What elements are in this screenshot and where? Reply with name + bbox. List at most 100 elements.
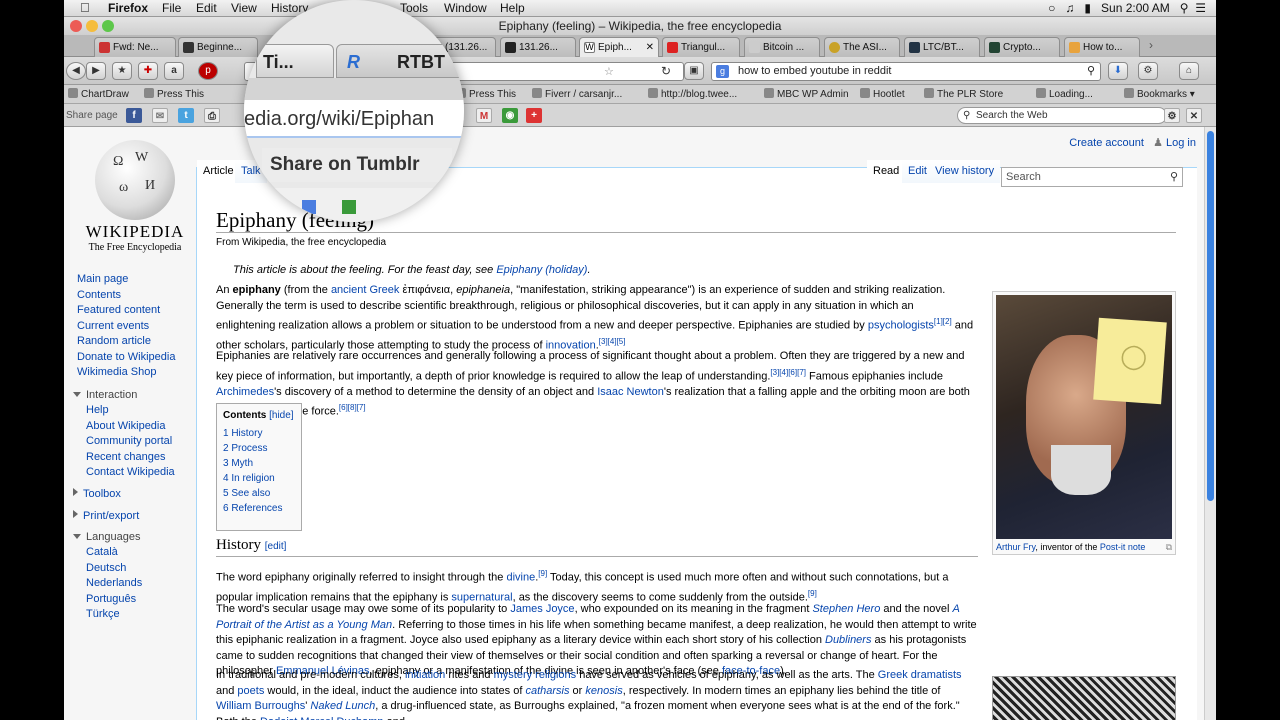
- sidebar-item-about[interactable]: About Wikipedia: [86, 420, 166, 432]
- bookmark-item[interactable]: The PLR Store: [924, 88, 1003, 100]
- bookmarks-menu[interactable]: Bookmarks ▾: [1124, 88, 1195, 100]
- bookmark-item[interactable]: MBC WP Admin: [764, 88, 849, 100]
- arthur-fry-photo[interactable]: ◯: [996, 295, 1172, 539]
- evernote-icon[interactable]: ◉: [502, 108, 518, 123]
- sidebar-item-community[interactable]: Community portal: [86, 435, 172, 447]
- bookmark-item[interactable]: Hootlet: [860, 88, 905, 100]
- sidebar-item-language[interactable]: Türkçe: [86, 608, 120, 620]
- extension-icon[interactable]: ⚙: [1138, 62, 1158, 80]
- wifi-icon[interactable]: ○: [1048, 1, 1055, 15]
- twitter-icon[interactable]: t: [178, 108, 194, 123]
- tab[interactable]: LTC/BT...: [904, 37, 980, 57]
- home-icon[interactable]: ⌂: [1179, 62, 1199, 80]
- sidebar-heading-interaction[interactable]: Interaction: [73, 389, 137, 401]
- sidebar-item-language[interactable]: Português: [86, 593, 136, 605]
- tab[interactable]: Beginne...: [178, 37, 258, 57]
- toc-item[interactable]: 6 References: [223, 503, 295, 514]
- screenshot-icon[interactable]: ▣: [684, 62, 704, 80]
- print-icon[interactable]: ⎙: [204, 108, 220, 123]
- wikipedia-logo[interactable]: Ω W И ω WIKIPEDIA The Free Encyclopedia: [80, 140, 190, 254]
- bookmark-star-icon[interactable]: ☆: [604, 65, 614, 78]
- toc-item[interactable]: 5 See also: [223, 488, 295, 499]
- tab[interactable]: How to...: [1064, 37, 1140, 57]
- sidebar-item-language[interactable]: Català: [86, 546, 118, 558]
- menu-help[interactable]: Help: [500, 1, 525, 15]
- caption-link[interactable]: Post-it note: [1100, 542, 1146, 552]
- google-icon[interactable]: g: [716, 65, 729, 78]
- hatnote-link[interactable]: Epiphany (holiday): [496, 264, 587, 276]
- wiki-search-input[interactable]: Search ⚲: [1001, 167, 1183, 187]
- tab[interactable]: Bitcoin ...: [744, 37, 820, 57]
- facebook-icon[interactable]: f: [126, 108, 142, 123]
- menu-edit[interactable]: Edit: [196, 1, 217, 15]
- settings-icon[interactable]: ⚙: [1164, 108, 1180, 123]
- tab[interactable]: The ASI...: [824, 37, 900, 57]
- spotlight-icon[interactable]: ⚲: [1180, 1, 1189, 15]
- sidebar-item-main-page[interactable]: Main page: [77, 273, 128, 285]
- tab[interactable]: Triangul...: [662, 37, 740, 57]
- sidebar-item-contents[interactable]: Contents: [77, 289, 121, 301]
- sidebar-item-recent-changes[interactable]: Recent changes: [86, 451, 166, 463]
- image-thumbnail[interactable]: ◯ Arthur Fry, inventor of the Post-it no…: [992, 291, 1176, 555]
- sidebar-item-help[interactable]: Help: [86, 404, 109, 416]
- sidebar-heading-toolbox[interactable]: Toolbox: [73, 488, 121, 500]
- search-icon[interactable]: ⚲: [1087, 63, 1095, 80]
- zoom-window-button[interactable]: [102, 20, 114, 32]
- menu-app[interactable]: Firefox: [108, 1, 148, 15]
- addon-plus-icon[interactable]: ✚: [138, 62, 158, 80]
- amazon-icon[interactable]: a: [164, 62, 184, 80]
- pinterest-icon[interactable]: p: [198, 62, 218, 80]
- enlarge-icon[interactable]: ⧉: [1166, 542, 1172, 553]
- tab-active[interactable]: W Epiph... ✕: [579, 37, 659, 57]
- sidebar-heading-print[interactable]: Print/export: [73, 510, 139, 522]
- sidebar-item-featured[interactable]: Featured content: [77, 304, 160, 316]
- mail-icon[interactable]: ✉: [152, 108, 168, 123]
- tab-view-history[interactable]: View history: [929, 160, 1001, 183]
- login-link[interactable]: Log in: [1166, 137, 1196, 149]
- sidebar-item-donate[interactable]: Donate to Wikipedia: [77, 351, 175, 363]
- tab-read[interactable]: Read: [867, 160, 906, 183]
- apple-icon[interactable]: : [80, 0, 90, 15]
- search-icon[interactable]: ⚲: [1170, 168, 1178, 186]
- battery-icon[interactable]: ▮: [1084, 1, 1091, 15]
- sidebar-heading-languages[interactable]: Languages: [73, 531, 140, 543]
- volume-icon[interactable]: ♫: [1065, 1, 1074, 15]
- minimize-window-button[interactable]: [86, 20, 98, 32]
- bookmark-item[interactable]: Loading...: [1036, 88, 1093, 100]
- close-tab-icon[interactable]: ✕: [646, 38, 654, 57]
- sidebar-item-current-events[interactable]: Current events: [77, 320, 149, 332]
- bookmark-item[interactable]: http://blog.twee...: [648, 88, 737, 100]
- back-button[interactable]: ◀: [66, 62, 86, 80]
- menu-file[interactable]: File: [162, 1, 181, 15]
- tab-article[interactable]: Article: [197, 160, 240, 183]
- clock[interactable]: Sun 2:00 AM: [1101, 1, 1170, 15]
- sidebar-item-language[interactable]: Deutsch: [86, 562, 126, 574]
- bookmark-item[interactable]: Fiverr / carsanjr...: [532, 88, 622, 100]
- download-icon[interactable]: ⬇: [1108, 62, 1128, 80]
- add-share-icon[interactable]: +: [526, 108, 542, 123]
- vertical-scrollbar[interactable]: [1204, 127, 1216, 720]
- tab[interactable]: Crypto...: [984, 37, 1060, 57]
- close-toolbar-icon[interactable]: ✕: [1186, 108, 1202, 123]
- toc-item[interactable]: 2 Process: [223, 443, 295, 454]
- close-window-button[interactable]: [70, 20, 82, 32]
- toc-item[interactable]: 3 Myth: [223, 458, 295, 469]
- addon-icon[interactable]: ★: [112, 62, 132, 80]
- sidebar-item-contact[interactable]: Contact Wikipedia: [86, 466, 175, 478]
- create-account-link[interactable]: Create account: [1069, 137, 1144, 149]
- sidebar-item-language[interactable]: Nederlands: [86, 577, 142, 589]
- sidebar-item-shop[interactable]: Wikimedia Shop: [77, 366, 156, 378]
- search-bar[interactable]: g how to embed youtube in reddit ⚲: [711, 62, 1101, 81]
- forward-button[interactable]: ▶: [86, 62, 106, 80]
- tab[interactable]: 131.26...: [500, 37, 576, 57]
- toc-hide-link[interactable]: [hide]: [269, 410, 293, 421]
- menu-view[interactable]: View: [231, 1, 257, 15]
- tab[interactable]: Fwd: Ne...: [94, 37, 176, 57]
- image-thumbnail-2[interactable]: [992, 676, 1176, 720]
- gmail-share-icon[interactable]: M: [476, 108, 492, 123]
- toc-item[interactable]: 4 In religion: [223, 473, 295, 484]
- toc-item[interactable]: 1 History: [223, 428, 295, 439]
- caption-link[interactable]: Arthur Fry: [996, 542, 1035, 552]
- tab-scroll-right-icon[interactable]: ›: [1149, 38, 1153, 52]
- list-icon[interactable]: ☰: [1195, 1, 1206, 15]
